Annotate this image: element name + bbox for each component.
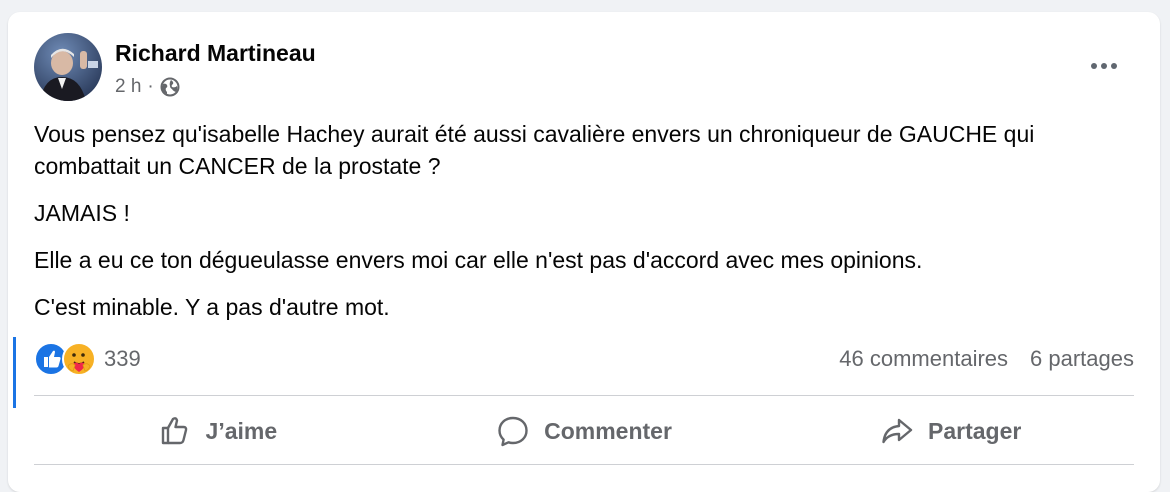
post-actions: J’aime Commenter Partager [34, 396, 1134, 466]
post-paragraph: C'est minable. Y a pas d'autre mot. [34, 294, 390, 320]
thumbs-up-icon [161, 417, 187, 445]
shares-count[interactable]: 6 partages [1030, 346, 1134, 372]
post-card: Richard Martineau 2 h · Vous pensez qu'i… [8, 12, 1160, 492]
comment-button[interactable]: Commenter [401, 396, 768, 466]
focus-accent-bar [13, 337, 16, 408]
share-label: Partager [928, 417, 1022, 444]
more-options-icon[interactable] [1088, 56, 1120, 76]
share-button[interactable]: Partager [767, 396, 1134, 466]
globe-icon [160, 77, 180, 97]
care-reaction-icon [62, 342, 96, 376]
like-label: J’aime [205, 417, 278, 444]
comments-count[interactable]: 46 commentaires [839, 346, 1008, 372]
post-body: Vous pensez qu'isabelle Hachey aurait ét… [34, 118, 1134, 338]
post-timestamp[interactable]: 2 h [115, 76, 141, 98]
share-arrow-icon [882, 418, 913, 444]
author-name[interactable]: Richard Martineau [115, 40, 316, 67]
post-paragraph: Elle a eu ce ton dégueulasse envers moi … [34, 247, 923, 273]
reaction-count: 339 [104, 346, 141, 371]
author-avatar[interactable] [34, 33, 102, 101]
reactions-summary[interactable]: 339 [34, 342, 141, 376]
post-stats: 46 commentaires 6 partages [839, 346, 1134, 372]
actions-bottom-divider [34, 464, 1134, 465]
comment-bubble-icon [498, 416, 528, 447]
meta-separator: · [147, 76, 154, 97]
like-button[interactable]: J’aime [34, 396, 401, 466]
post-meta: 2 h · [115, 76, 180, 98]
post-paragraph: Vous pensez qu'isabelle Hachey aurait ét… [34, 121, 1035, 179]
comment-label: Commenter [544, 417, 672, 444]
post-paragraph: JAMAIS ! [34, 200, 130, 226]
